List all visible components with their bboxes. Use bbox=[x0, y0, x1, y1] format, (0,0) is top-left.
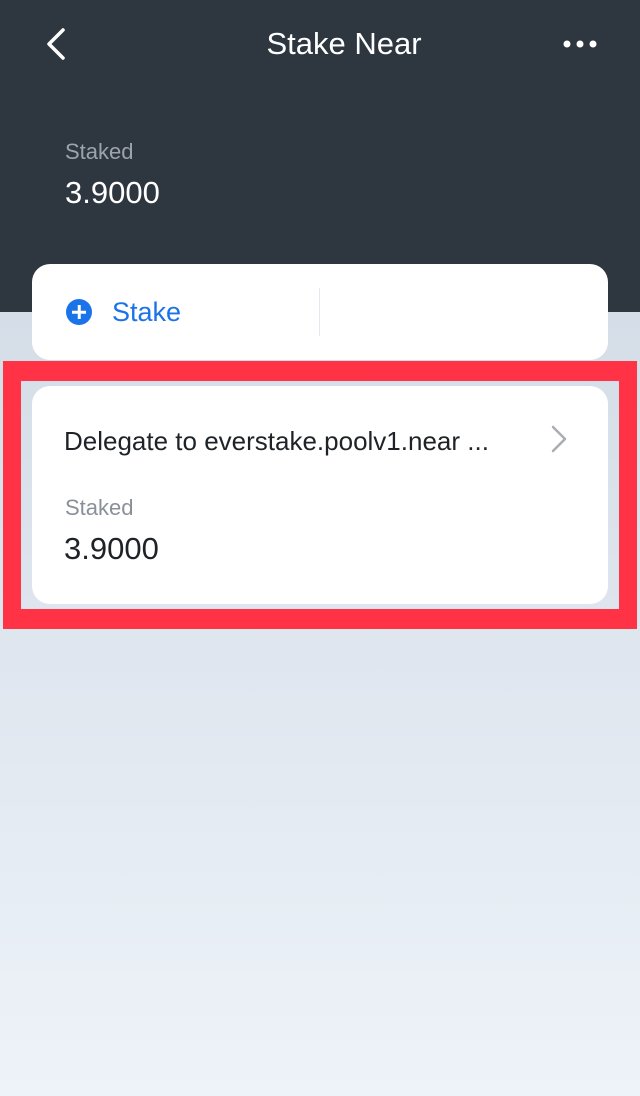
action-divider bbox=[319, 288, 320, 336]
delegation-card[interactable]: Delegate to everstake.poolv1.near ... St… bbox=[32, 386, 608, 604]
delegation-staked-label: Staked bbox=[65, 495, 134, 520]
page-title: Stake Near bbox=[266, 26, 422, 61]
plus-circle-icon bbox=[66, 299, 92, 325]
stake-button[interactable]: Stake bbox=[32, 264, 319, 360]
delegation-title: Delegate to everstake.poolv1.near ... bbox=[64, 426, 489, 456]
stake-button-label: Stake bbox=[112, 297, 182, 327]
total-staked-label: Staked bbox=[65, 139, 134, 164]
chevron-left-icon bbox=[47, 28, 65, 60]
chevron-right-icon bbox=[551, 425, 567, 453]
more-button[interactable] bbox=[548, 22, 612, 66]
back-button[interactable] bbox=[28, 18, 84, 70]
delegation-staked-value: 3.9000 bbox=[64, 531, 159, 566]
action-card: Stake bbox=[32, 264, 608, 360]
more-horizontal-icon bbox=[563, 40, 597, 48]
total-staked-value: 3.9000 bbox=[65, 175, 160, 210]
